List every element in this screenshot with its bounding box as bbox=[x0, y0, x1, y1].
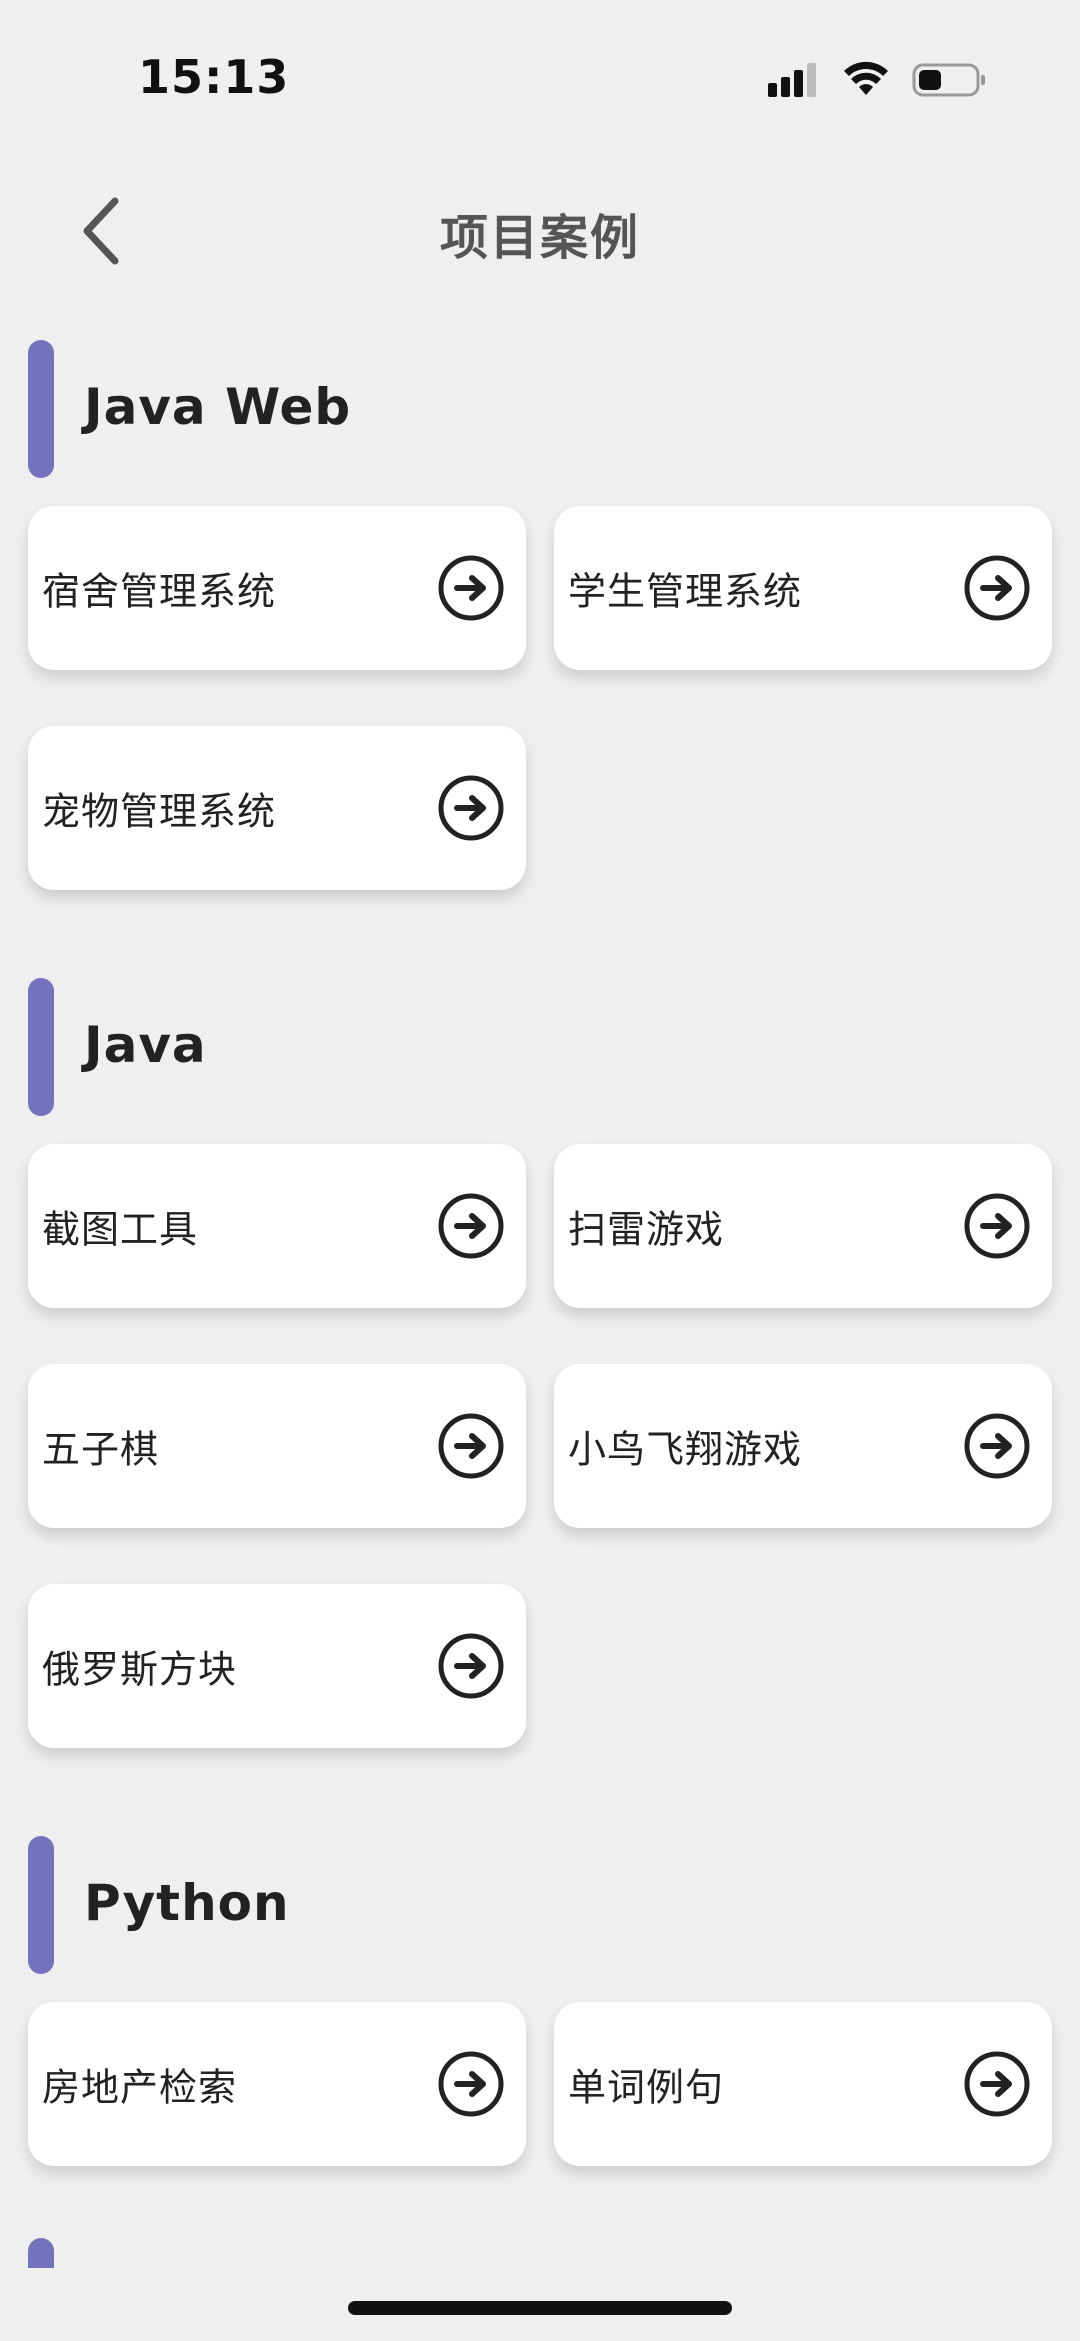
signal-icon bbox=[768, 63, 816, 97]
project-card-real-estate[interactable]: 房地产检索 bbox=[28, 2002, 526, 2166]
section-header: Python bbox=[0, 1826, 1080, 1974]
page-title: 项目案例 bbox=[439, 210, 640, 266]
card-label: 截图工具 bbox=[42, 1207, 199, 1252]
project-card-gomoku[interactable]: 五子棋 bbox=[28, 1364, 526, 1528]
project-card-flappy-bird[interactable]: 小鸟飞翔游戏 bbox=[554, 1364, 1052, 1528]
section-title: Java bbox=[84, 1016, 207, 1074]
card-label: 宿舍管理系统 bbox=[42, 569, 277, 614]
card-label: 俄罗斯方块 bbox=[42, 1647, 238, 1692]
next-section-accent-bar bbox=[28, 2238, 54, 2268]
section-java-web: Java Web 宿舍管理系统 学生管理系统 宠物管理系统 bbox=[0, 330, 1080, 890]
project-card-dormitory[interactable]: 宿舍管理系统 bbox=[28, 506, 526, 670]
card-label: 小鸟飞翔游戏 bbox=[568, 1427, 803, 1472]
arrow-right-circle-icon[interactable] bbox=[962, 553, 1032, 623]
card-label: 宠物管理系统 bbox=[42, 789, 277, 834]
arrow-right-circle-icon[interactable] bbox=[436, 1191, 506, 1261]
status-bar: 15:13 bbox=[0, 0, 1080, 140]
project-card-word-examples[interactable]: 单词例句 bbox=[554, 2002, 1052, 2166]
project-card-minesweeper[interactable]: 扫雷游戏 bbox=[554, 1144, 1052, 1308]
project-card-screenshot[interactable]: 截图工具 bbox=[28, 1144, 526, 1308]
status-icons bbox=[768, 58, 988, 102]
section-accent-bar bbox=[28, 340, 54, 478]
section-accent-bar bbox=[28, 978, 54, 1116]
arrow-right-circle-icon[interactable] bbox=[436, 1631, 506, 1701]
wifi-icon bbox=[844, 61, 888, 95]
arrow-right-circle-icon[interactable] bbox=[436, 773, 506, 843]
card-grid: 宿舍管理系统 学生管理系统 宠物管理系统 bbox=[0, 506, 1080, 890]
card-label: 学生管理系统 bbox=[568, 569, 803, 614]
section-accent-bar bbox=[28, 1836, 54, 1974]
home-indicator[interactable] bbox=[348, 2301, 732, 2315]
screen: 15:13 项目案例 Java Web 宿舍管理系统 学生管理系统 宠物管理系统… bbox=[0, 0, 1080, 2341]
section-title: Python bbox=[84, 1874, 290, 1932]
section-python: Python 房地产检索 单词例句 bbox=[0, 1826, 1080, 2166]
arrow-right-circle-icon[interactable] bbox=[962, 1411, 1032, 1481]
arrow-right-circle-icon[interactable] bbox=[962, 2049, 1032, 2119]
arrow-right-circle-icon[interactable] bbox=[436, 553, 506, 623]
card-label: 单词例句 bbox=[568, 2065, 725, 2110]
section-java: Java 截图工具 扫雷游戏 五子棋 小鸟飞翔游戏 俄罗斯方块 bbox=[0, 968, 1080, 1748]
project-card-student[interactable]: 学生管理系统 bbox=[554, 506, 1052, 670]
project-card-pet[interactable]: 宠物管理系统 bbox=[28, 726, 526, 890]
nav-bar: 项目案例 bbox=[0, 160, 1080, 300]
card-grid: 房地产检索 单词例句 bbox=[0, 2002, 1080, 2166]
card-label: 扫雷游戏 bbox=[568, 1207, 725, 1252]
arrow-right-circle-icon[interactable] bbox=[436, 1411, 506, 1481]
status-time: 15:13 bbox=[138, 50, 290, 104]
project-card-tetris[interactable]: 俄罗斯方块 bbox=[28, 1584, 526, 1748]
card-grid: 截图工具 扫雷游戏 五子棋 小鸟飞翔游戏 俄罗斯方块 bbox=[0, 1144, 1080, 1748]
section-header: Java Web bbox=[0, 330, 1080, 478]
section-header: Java bbox=[0, 968, 1080, 1116]
section-title: Java Web bbox=[84, 378, 352, 436]
content: Java Web 宿舍管理系统 学生管理系统 宠物管理系统 Java 截图工具 … bbox=[0, 330, 1080, 2166]
arrow-right-circle-icon[interactable] bbox=[962, 1191, 1032, 1261]
card-label: 房地产检索 bbox=[42, 2065, 238, 2110]
arrow-right-circle-icon[interactable] bbox=[436, 2049, 506, 2119]
battery-icon bbox=[912, 63, 985, 97]
card-label: 五子棋 bbox=[42, 1427, 160, 1472]
